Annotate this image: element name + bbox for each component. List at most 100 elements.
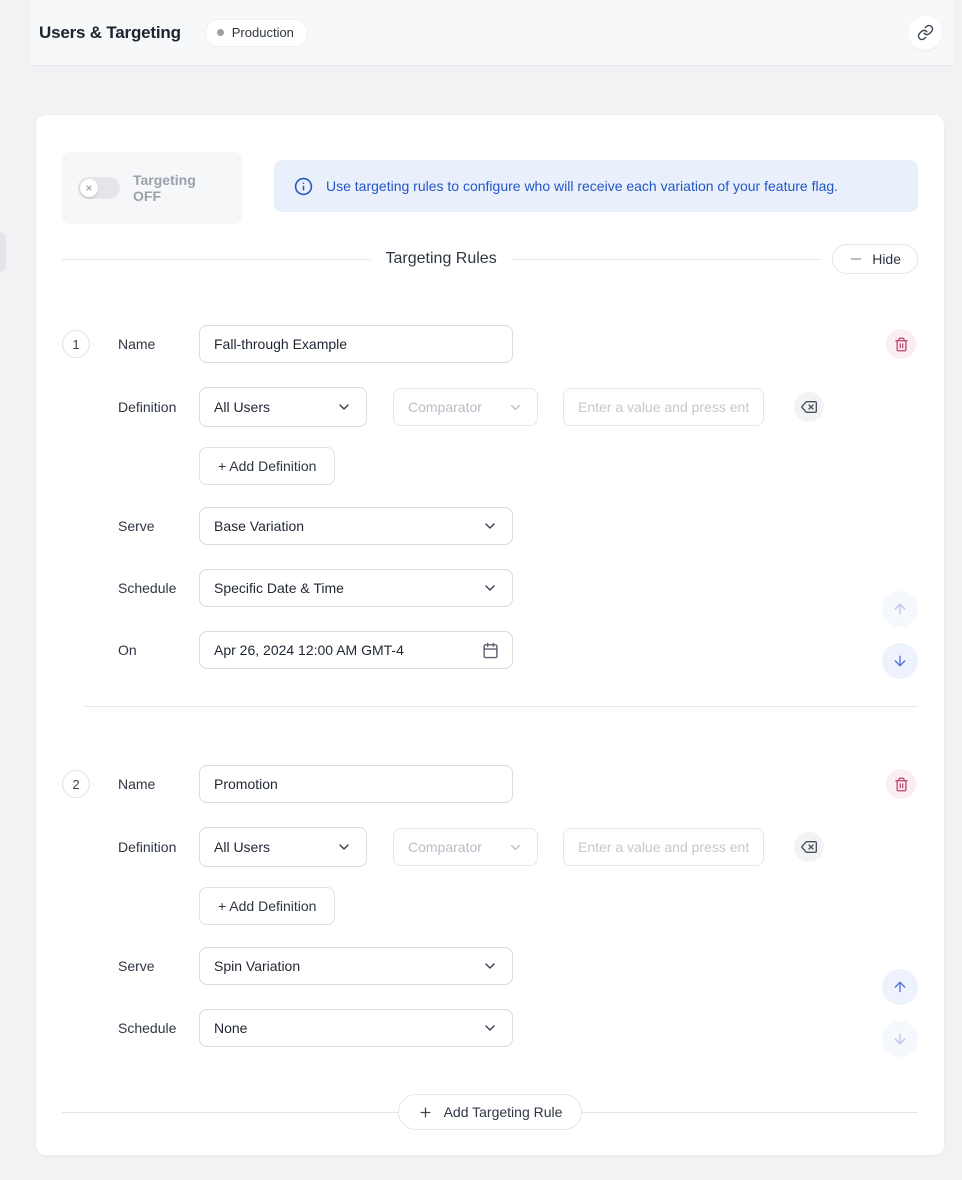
- rule-schedule-row: Schedule None: [62, 1009, 918, 1047]
- serve-dropdown[interactable]: Base Variation: [199, 507, 513, 545]
- top-bar: Users & Targeting Production: [30, 0, 954, 66]
- move-rule-down-button[interactable]: [882, 1021, 918, 1057]
- move-rule-down-button[interactable]: [882, 643, 918, 679]
- environment-badge[interactable]: Production: [205, 19, 308, 47]
- chevron-down-icon: [508, 400, 523, 415]
- add-definition-button[interactable]: + Add Definition: [199, 887, 335, 925]
- info-banner-text: Use targeting rules to configure who wil…: [326, 178, 838, 194]
- arrow-down-icon: [892, 653, 908, 669]
- serve-dropdown[interactable]: Spin Variation: [199, 947, 513, 985]
- chevron-down-icon: [482, 958, 498, 974]
- serve-value: Base Variation: [214, 518, 304, 534]
- definition-value-input[interactable]: [563, 828, 764, 866]
- delete-rule-button[interactable]: [886, 329, 916, 359]
- add-targeting-rule-label: Add Targeting Rule: [444, 1104, 563, 1120]
- move-rule-up-button[interactable]: [882, 591, 918, 627]
- definition-value-input[interactable]: [563, 388, 764, 426]
- definition-attribute-value: All Users: [214, 839, 270, 855]
- minus-icon: [849, 252, 863, 266]
- clear-definition-button[interactable]: [794, 832, 824, 862]
- hide-button-label: Hide: [872, 251, 901, 267]
- add-targeting-rule-button[interactable]: Add Targeting Rule: [398, 1094, 583, 1130]
- serve-label: Serve: [118, 518, 199, 534]
- add-definition-button[interactable]: + Add Definition: [199, 447, 335, 485]
- chevron-down-icon: [508, 840, 523, 855]
- rule-definition-row: Definition All Users Comparator: [62, 387, 918, 427]
- move-rule-up-button[interactable]: [882, 969, 918, 1005]
- serve-value: Spin Variation: [214, 958, 300, 974]
- rule-name-input[interactable]: [199, 325, 513, 363]
- schedule-label: Schedule: [118, 580, 199, 596]
- environment-badge-label: Production: [232, 25, 294, 40]
- rule-number-badge: 1: [62, 330, 90, 358]
- rule-serve-row: Serve Base Variation: [62, 507, 918, 545]
- section-title: Targeting Rules: [371, 250, 512, 268]
- rule-separator: [84, 706, 918, 707]
- serve-label: Serve: [118, 958, 199, 974]
- comparator-placeholder: Comparator: [408, 839, 482, 855]
- link-icon: [917, 24, 934, 41]
- rule-reorder-controls: [882, 591, 918, 679]
- divider-line: [62, 259, 371, 260]
- definition-attribute-dropdown[interactable]: All Users: [199, 387, 367, 427]
- rule-reorder-controls: [882, 969, 918, 1057]
- chevron-down-icon: [336, 839, 352, 855]
- rule-add-definition-row: + Add Definition: [62, 887, 918, 925]
- chevron-down-icon: [482, 518, 498, 534]
- rule-name-row: 2 Name: [62, 765, 918, 803]
- trash-icon: [894, 777, 909, 792]
- chevron-down-icon: [336, 399, 352, 415]
- schedule-datetime-field[interactable]: Apr 26, 2024 12:00 AM GMT-4: [199, 631, 513, 669]
- schedule-value: None: [214, 1020, 247, 1036]
- targeting-header-row: Targeting OFF Use targeting rules to con…: [62, 152, 918, 224]
- arrow-up-icon: [892, 979, 908, 995]
- schedule-datetime-value: Apr 26, 2024 12:00 AM GMT-4: [214, 642, 404, 658]
- rule-definition-row: Definition All Users Comparator: [62, 827, 918, 867]
- rule-schedule-row: Schedule Specific Date & Time: [62, 569, 918, 607]
- comparator-placeholder: Comparator: [408, 399, 482, 415]
- definition-attribute-dropdown[interactable]: All Users: [199, 827, 367, 867]
- chevron-down-icon: [482, 1020, 498, 1036]
- page-title: Users & Targeting: [39, 23, 181, 43]
- on-label: On: [118, 642, 199, 658]
- clear-definition-button[interactable]: [794, 392, 824, 422]
- targeting-rule-2: 2 Name Definition All Users Comparator: [62, 765, 918, 1047]
- info-banner: Use targeting rules to configure who wil…: [274, 160, 918, 212]
- rule-number-badge: 2: [62, 770, 90, 798]
- name-label: Name: [118, 336, 199, 352]
- plus-icon: [418, 1105, 433, 1120]
- definition-label: Definition: [118, 839, 199, 855]
- rule-name-row: 1 Name: [62, 325, 918, 363]
- add-rule-divider: Add Targeting Rule: [62, 1094, 918, 1130]
- hide-rules-button[interactable]: Hide: [832, 244, 918, 274]
- schedule-value: Specific Date & Time: [214, 580, 344, 596]
- delete-rule-button[interactable]: [886, 769, 916, 799]
- schedule-dropdown[interactable]: Specific Date & Time: [199, 569, 513, 607]
- rule-serve-row: Serve Spin Variation: [62, 947, 918, 985]
- calendar-icon: [482, 642, 499, 659]
- rule-add-definition-row: + Add Definition: [62, 447, 918, 485]
- divider-line: [582, 1112, 918, 1113]
- rule-on-row: On Apr 26, 2024 12:00 AM GMT-4: [62, 631, 918, 669]
- copy-link-button[interactable]: [908, 16, 942, 50]
- definition-attribute-value: All Users: [214, 399, 270, 415]
- arrow-up-icon: [892, 601, 908, 617]
- definition-label: Definition: [118, 399, 199, 415]
- targeting-rules-divider: Targeting Rules Hide: [62, 244, 918, 274]
- comparator-dropdown[interactable]: Comparator: [393, 828, 538, 866]
- targeting-toggle-label: Targeting OFF: [133, 172, 226, 204]
- trash-icon: [894, 337, 909, 352]
- divider-line: [512, 259, 821, 260]
- side-drawer-handle[interactable]: [0, 232, 6, 272]
- comparator-dropdown[interactable]: Comparator: [393, 388, 538, 426]
- targeting-rule-1: 1 Name Definition All Users Comparator: [62, 325, 918, 669]
- chevron-down-icon: [482, 580, 498, 596]
- toggle-switch[interactable]: [78, 177, 120, 199]
- schedule-label: Schedule: [118, 1020, 199, 1036]
- backspace-icon: [801, 839, 817, 855]
- schedule-dropdown[interactable]: None: [199, 1009, 513, 1047]
- targeting-toggle[interactable]: Targeting OFF: [62, 152, 242, 224]
- backspace-icon: [801, 399, 817, 415]
- rule-name-input[interactable]: [199, 765, 513, 803]
- info-icon: [294, 177, 313, 196]
